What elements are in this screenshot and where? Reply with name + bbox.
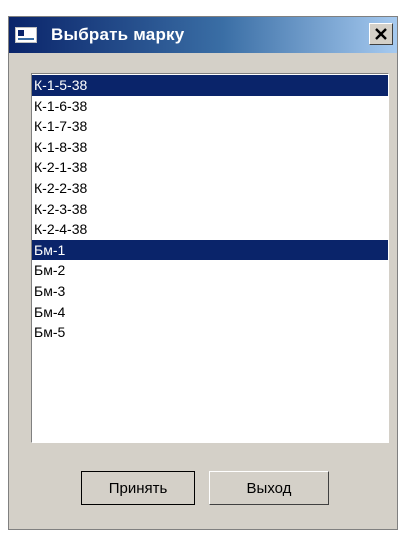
list-item[interactable]: Бм-4 (32, 302, 388, 323)
close-button[interactable] (369, 23, 393, 45)
window-icon (15, 27, 37, 43)
list-item[interactable]: К-1-5-38 (32, 75, 388, 96)
brand-listbox[interactable]: К-1-5-38 К-1-6-38 К-1-7-38 К-1-8-38 К-2-… (31, 73, 389, 443)
list-item[interactable]: К-2-4-38 (32, 219, 388, 240)
list-item[interactable]: К-2-2-38 (32, 178, 388, 199)
list-item[interactable]: Бм-2 (32, 260, 388, 281)
select-brand-dialog: Выбрать марку К-1-5-38 К-1-6-38 К-1-7-38… (8, 16, 398, 530)
list-item[interactable]: Бм-5 (32, 322, 388, 343)
list-item[interactable]: К-2-1-38 (32, 157, 388, 178)
list-item[interactable]: Бм-1 (32, 239, 388, 261)
list-item[interactable]: К-1-6-38 (32, 96, 388, 117)
accept-button[interactable]: Принять (81, 471, 195, 505)
close-icon (375, 28, 387, 40)
list-item[interactable]: К-1-7-38 (32, 116, 388, 137)
window-title: Выбрать марку (51, 25, 185, 44)
list-item[interactable]: Бм-3 (32, 281, 388, 302)
list-item[interactable]: К-1-8-38 (32, 137, 388, 158)
exit-button[interactable]: Выход (209, 471, 329, 505)
list-item[interactable]: К-2-3-38 (32, 199, 388, 220)
title-bar[interactable]: Выбрать марку (9, 17, 397, 53)
